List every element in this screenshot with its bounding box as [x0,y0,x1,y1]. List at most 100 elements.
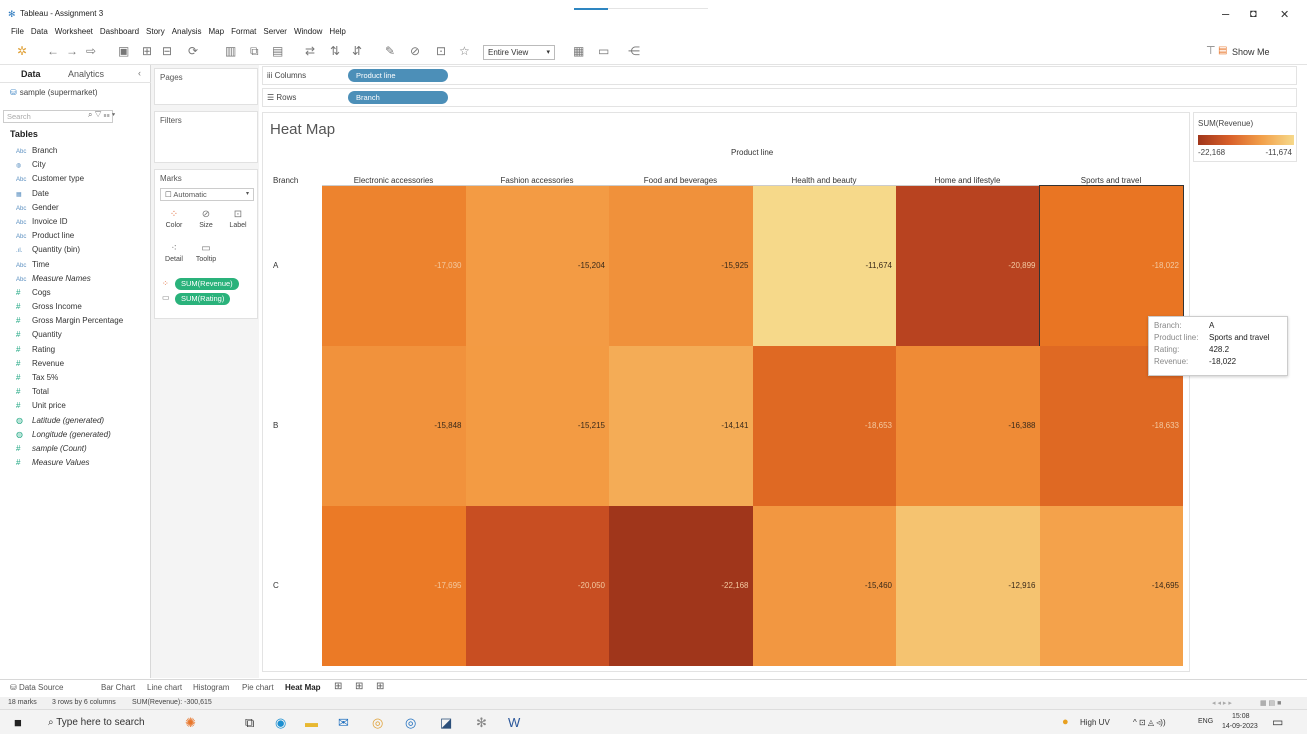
tooltip-button[interactable]: ▭ Tooltip [191,242,221,270]
filters-card[interactable]: Filters [154,111,258,163]
row-header[interactable]: A [273,261,278,270]
word-icon[interactable]: W [508,715,520,730]
minimize-button[interactable]: – [1222,6,1229,21]
columns-shelf[interactable]: iii Columns Product line [262,66,1297,85]
field-date[interactable]: ▦ Date [16,189,123,203]
language-indicator[interactable]: ENG [1198,718,1213,725]
column-header[interactable]: Fashion accessories [466,176,609,185]
pause-updates-icon[interactable]: ⊟ [162,44,172,58]
new-story-icon[interactable]: ⊞ [376,681,384,692]
sort-descending-icon[interactable]: ⇵ [352,44,362,58]
fit-dropdown[interactable]: Entire View ▾ [483,45,555,60]
edge-icon[interactable]: ◉ [275,715,286,731]
view-mode-icon[interactable]: ▦ ▤ ■ [1260,699,1281,707]
news-widget-icon[interactable]: ✺ [185,715,196,731]
field-measure-values[interactable]: # Measure Values [16,458,123,472]
menu-file[interactable]: File [11,27,24,36]
heatmap-cell[interactable]: -15,925 [609,186,753,346]
heatmap-cell[interactable]: -11,674 [752,186,896,346]
column-header[interactable]: Health and beauty [753,176,896,185]
field-invoice-id[interactable]: Abc Invoice ID [16,217,123,231]
field-customer-type[interactable]: Abc Customer type [16,174,123,188]
tableau-taskbar-icon[interactable]: ✻ [476,715,487,731]
clear-sheet-icon[interactable]: ▤ [272,44,283,58]
heatmap-cell[interactable]: -20,050 [465,506,609,666]
heatmap-cell[interactable]: -15,204 [465,186,609,346]
search-icon[interactable]: ⌕ ▽ ☷ ▾ [88,110,115,120]
share-icon[interactable]: ⋲ [628,44,640,58]
tab-data[interactable]: Data [21,69,41,79]
chrome-icon[interactable]: ◎ [372,715,383,731]
taskbar-search[interactable]: ⌕ Type here to search [48,717,145,728]
new-dashboard-icon[interactable]: ⊞ [355,681,363,692]
tab-pie-chart[interactable]: Pie chart [242,683,274,692]
field-tax-5[interactable]: # Tax 5% [16,373,123,387]
column-header[interactable]: Home and lifestyle [896,176,1039,185]
close-button[interactable]: ✕ [1280,8,1289,21]
column-header[interactable]: Food and beverages [609,176,752,185]
tooltip-toggle-icon[interactable]: ▭ [598,44,609,58]
menu-map[interactable]: Map [209,27,225,36]
branch-pill[interactable]: Branch [348,91,448,104]
color-button[interactable]: ⁘ Color [159,208,189,236]
refresh-icon[interactable]: ⟳ [188,44,198,58]
windows-start-icon[interactable]: ■ [14,715,22,730]
menu-window[interactable]: Window [294,27,322,36]
heatmap-cell[interactable]: -15,460 [752,506,896,666]
tab-bar-chart[interactable]: Bar Chart [101,683,135,692]
tab-histogram[interactable]: Histogram [193,683,229,692]
field-cogs[interactable]: # Cogs [16,288,123,302]
field-latitude-generated[interactable]: ◍ Latitude (generated) [16,416,123,430]
new-worksheet-icon[interactable]: ⊞ [334,681,342,692]
duplicate-icon[interactable]: ⧉ [250,44,259,59]
color-legend[interactable]: SUM(Revenue) -22,168 -11,674 [1193,112,1297,162]
clock-date[interactable]: 14-09-2023 [1222,723,1258,730]
heatmap-cell[interactable]: -12,916 [896,506,1040,666]
menu-data[interactable]: Data [31,27,48,36]
tab-analytics[interactable]: Analytics [68,69,104,79]
field-product-line[interactable]: Abc Product line [16,231,123,245]
heatmap-cell[interactable]: -18,653 [752,346,896,506]
menu-help[interactable]: Help [329,27,345,36]
field-total[interactable]: # Total [16,387,123,401]
pages-card[interactable]: Pages [154,68,258,105]
field-quantity[interactable]: # Quantity [16,330,123,344]
show-cards-icon[interactable]: ▦ [573,44,584,58]
label-button[interactable]: ⊡ Label [223,208,253,236]
app-icon[interactable]: ◪ [440,715,452,731]
swap-icon[interactable]: ⇄ [305,44,315,58]
undo-icon[interactable]: ← [47,44,59,58]
field-sample-count[interactable]: # sample (Count) [16,444,123,458]
collapse-icon[interactable]: ‹ [138,68,141,78]
field-revenue[interactable]: # Revenue [16,359,123,373]
heatmap-cell[interactable]: -14,141 [609,346,753,506]
field-gender[interactable]: Abc Gender [16,203,123,217]
redo-all-icon[interactable]: ⇨ [86,44,96,58]
file-explorer-icon[interactable]: ▬ [305,715,318,730]
page-nav-icon[interactable]: ◂ ◂ ▸ ▸ [1212,699,1232,707]
tableau-home-icon[interactable]: ✲ [17,44,27,58]
menu-dashboard[interactable]: Dashboard [100,27,139,36]
field-unit-price[interactable]: # Unit price [16,401,123,415]
redo-icon[interactable]: → [66,44,78,58]
field-quantity-bin[interactable]: .ıl. Quantity (bin) [16,245,123,259]
field-city[interactable]: ◍ City [16,160,123,174]
field-branch[interactable]: Abc Branch [16,146,123,160]
labels-icon[interactable]: ⊡ [436,44,446,58]
product-line-pill[interactable]: Product line [348,69,448,82]
detail-button[interactable]: ⁖ Detail [159,242,189,270]
tab-data-source[interactable]: ⛁ Data Source [10,683,63,692]
field-time[interactable]: Abc Time [16,260,123,274]
presentation-mode-icon[interactable]: ⊤ [1206,44,1216,57]
tab-line-chart[interactable]: Line chart [147,683,182,692]
row-header[interactable]: B [273,421,278,430]
menu-format[interactable]: Format [231,27,256,36]
chrome-alt-icon[interactable]: ◎ [405,715,416,731]
field-gross-margin-percentage[interactable]: # Gross Margin Percentage [16,316,123,330]
menu-server[interactable]: Server [263,27,287,36]
field-rating[interactable]: # Rating [16,345,123,359]
column-header[interactable]: Electronic accessories [322,176,465,185]
heatmap-cell[interactable]: -20,899 [896,186,1040,346]
menu-story[interactable]: Story [146,27,165,36]
sort-ascending-icon[interactable]: ⇅ [330,44,340,58]
